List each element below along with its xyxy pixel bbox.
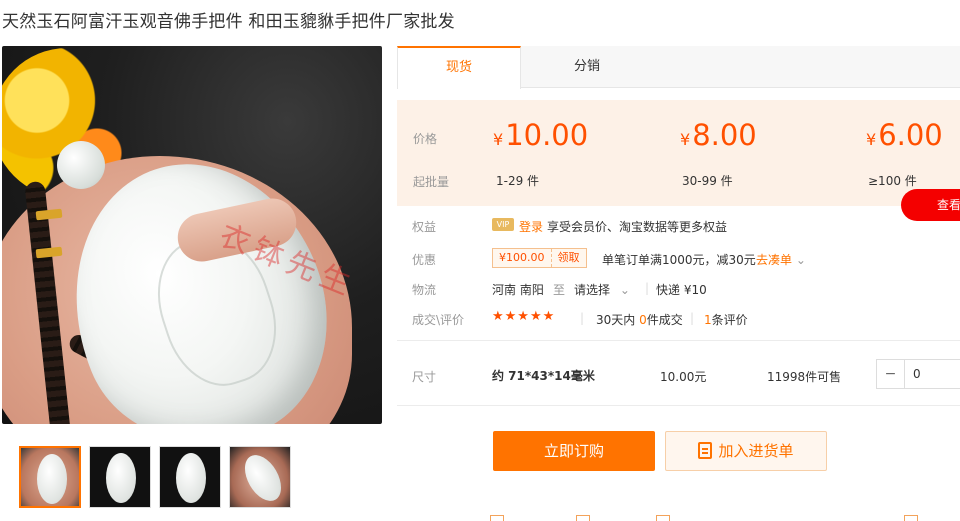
reviews-label: 成交\评价 xyxy=(412,313,465,327)
logistics-label: 物流 xyxy=(412,283,437,297)
review-info[interactable]: 1条评价 xyxy=(704,311,748,328)
size-label: 尺寸 xyxy=(412,370,437,384)
price-value: 10.00 xyxy=(505,118,589,152)
thumbnail-2[interactable] xyxy=(89,446,151,508)
price-tier-3: ¥6.00 xyxy=(866,118,943,152)
bottom-toolbar xyxy=(490,515,960,521)
add-to-purchase-list-label: 加入进货单 xyxy=(718,442,794,460)
review-count: 1 xyxy=(704,313,712,327)
price-value: 8.00 xyxy=(692,118,757,152)
sold-info: 30天内 0件成交 xyxy=(596,311,683,328)
price-box: 价格 起批量 ¥10.00 ¥8.00 ¥6.00 1-29 件 30-99 件… xyxy=(397,100,960,206)
moq-label: 起批量 xyxy=(413,175,450,189)
check-button[interactable]: 查看 xyxy=(901,189,960,221)
clipboard-icon xyxy=(698,442,713,459)
price-tier-1: ¥10.00 xyxy=(493,118,588,152)
main-product-image[interactable]: 衣钵先生 xyxy=(2,46,382,424)
add-items-link[interactable]: 去凑单 ⌄ xyxy=(756,251,806,268)
toolbar-icon[interactable] xyxy=(656,515,670,521)
currency-symbol: ¥ xyxy=(866,130,877,149)
sold-count: 0 xyxy=(639,313,647,327)
jade-bead-image-part xyxy=(57,141,105,189)
add-to-purchase-list-button[interactable]: 加入进货单 xyxy=(665,431,827,471)
toolbar-icon[interactable] xyxy=(576,515,590,521)
quantity-decrease-button[interactable]: − xyxy=(877,360,905,388)
sku-price: 10.00元 xyxy=(660,370,707,384)
thumbnail-3[interactable] xyxy=(159,446,221,508)
tab-distribution[interactable]: 分销 xyxy=(525,46,649,88)
thumbnail-stone xyxy=(176,453,206,503)
discount-rule: 单笔订单满1000元，减30元 xyxy=(602,253,756,267)
price-value: 6.00 xyxy=(878,118,943,152)
origin-location: 河南 南阳 xyxy=(492,283,544,297)
benefits-text: 享受会员价、淘宝数据等更多权益 xyxy=(547,220,728,234)
vip-badge: VIP xyxy=(492,218,514,231)
review-suffix: 条评价 xyxy=(711,313,748,327)
coupon-get-button[interactable]: 领取 xyxy=(552,249,586,267)
price-tier-2: ¥8.00 xyxy=(680,118,757,152)
toolbar-icon[interactable] xyxy=(904,515,918,521)
thumbnail-4[interactable] xyxy=(229,446,291,508)
quantity-stepper: − xyxy=(876,359,960,389)
benefits-label: 权益 xyxy=(412,220,437,234)
order-now-button[interactable]: 立即订购 xyxy=(493,431,655,471)
separator: | xyxy=(645,281,650,295)
sku-stock: 11998件可售 xyxy=(767,370,842,384)
divider xyxy=(397,405,960,406)
coupon[interactable]: ¥100.00 领取 xyxy=(492,248,587,268)
sku-size: 约 71*43*14毫米 xyxy=(492,369,595,383)
purchase-tabs: 现货 分销 xyxy=(397,46,960,89)
thumbnail-strip xyxy=(19,446,291,508)
to-text: 至 xyxy=(553,283,566,297)
chevron-down-icon: ⌄ xyxy=(619,283,630,297)
coupon-amount: ¥100.00 xyxy=(493,249,552,267)
quantity-input[interactable] xyxy=(905,360,960,388)
toolbar-icon[interactable] xyxy=(490,515,504,521)
rating-stars: ★★★★★ xyxy=(492,309,556,324)
thumbnail-stone xyxy=(237,448,289,507)
price-label: 价格 xyxy=(413,132,438,146)
qty-tier-1: 1-29 件 xyxy=(496,174,540,188)
destination-select-label: 请选择 xyxy=(574,283,611,297)
add-items-link-label: 去凑单 xyxy=(756,253,793,267)
tab-in-stock[interactable]: 现货 xyxy=(397,46,521,89)
currency-symbol: ¥ xyxy=(493,130,504,149)
discount-label: 优惠 xyxy=(412,253,437,267)
thumbnail-stone xyxy=(37,454,67,504)
qty-tier-3: ≥100 件 xyxy=(868,174,917,188)
chevron-down-icon: ⌄ xyxy=(795,253,806,267)
destination-select[interactable]: 请选择 ⌄ xyxy=(574,281,630,298)
express-fee: 快递 ¥10 xyxy=(656,283,707,297)
thumbnail-stone xyxy=(106,453,136,503)
separator: | xyxy=(580,311,585,325)
currency-symbol: ¥ xyxy=(680,130,691,149)
thumbnail-1[interactable] xyxy=(19,446,81,508)
sold-days: 30天内 xyxy=(596,313,636,327)
sold-suffix: 件成交 xyxy=(646,313,683,327)
login-link[interactable]: 登录 xyxy=(519,218,543,235)
separator: | xyxy=(690,311,695,325)
qty-tier-2: 30-99 件 xyxy=(682,174,733,188)
product-title: 天然玉石阿富汗玉观音佛手把件 和田玉貔貅手把件厂家批发 xyxy=(2,12,455,32)
divider xyxy=(397,340,960,341)
